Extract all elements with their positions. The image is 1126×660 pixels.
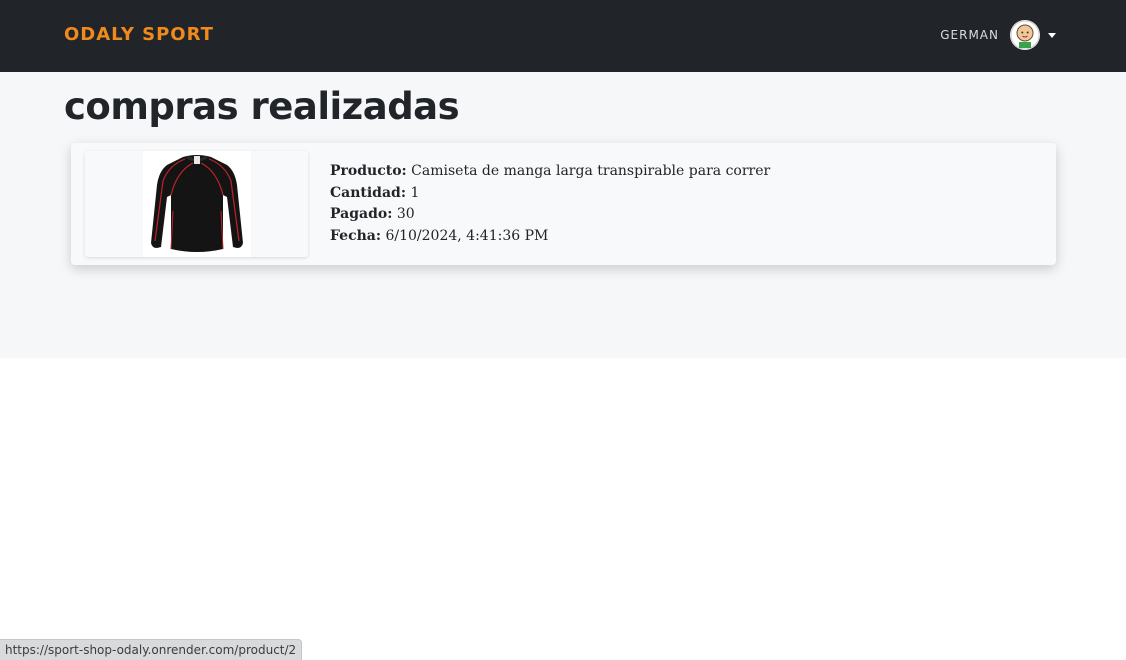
date-value: 6/10/2024, 4:41:36 PM (385, 227, 549, 244)
top-navbar: ODALY SPORT GERMAN (0, 0, 1126, 72)
page-title: compras realizadas (64, 85, 460, 128)
product-label: Producto: (330, 163, 407, 179)
caret-down-icon[interactable] (1048, 32, 1056, 38)
paid-value: 30 (396, 206, 415, 222)
date-label: Fecha: (330, 227, 382, 244)
purchase-details: Producto: Camiseta de manga larga transp… (330, 161, 770, 247)
quantity-row: Cantidad: 1 (330, 183, 770, 205)
paid-row: Pagado: 30 (330, 204, 770, 226)
product-value: Camiseta de manga larga transpirable par… (411, 163, 771, 179)
brand-link[interactable]: ODALY SPORT (64, 22, 214, 48)
long-sleeve-shirt-image[interactable] (143, 151, 251, 257)
paid-label: Pagado: (330, 206, 393, 222)
purchase-card: Producto: Camiseta de manga larga transp… (71, 143, 1056, 265)
user-menu-toggle[interactable]: GERMAN (940, 20, 1056, 50)
product-thumbnail[interactable] (85, 151, 308, 257)
username-label: GERMAN (940, 28, 999, 42)
date-row: Fecha: 6/10/2024, 4:41:36 PM (330, 226, 770, 248)
status-bar-url: https://sport-shop-odaly.onrender.com/pr… (0, 639, 303, 660)
product-row: Producto: Camiseta de manga larga transp… (330, 161, 770, 183)
quantity-value: 1 (410, 184, 420, 201)
user-avatar-icon[interactable] (1010, 20, 1040, 50)
main-content: compras realizadas Producto: Camiseta de… (0, 72, 1126, 358)
quantity-label: Cantidad: (330, 184, 406, 201)
